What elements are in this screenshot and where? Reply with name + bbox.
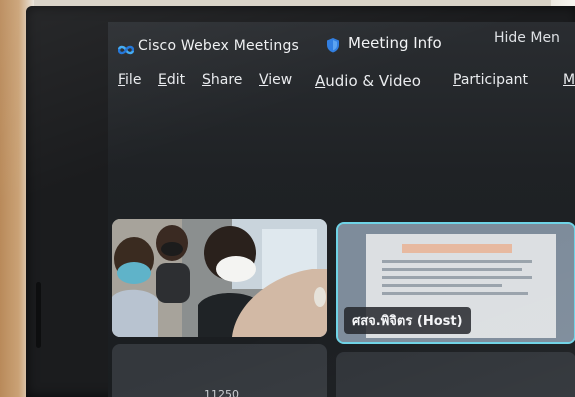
menu-bar: File Edit Share View Audio & Video Parti… (108, 66, 575, 96)
menu-share[interactable]: Share (202, 72, 242, 88)
host-video-tile[interactable]: ศสจ.พิจิตร (Host) (336, 222, 575, 344)
menu-audio-video[interactable]: Audio & Video (315, 72, 421, 90)
menu-view[interactable]: View (259, 72, 292, 88)
participant-name-label: 11250 (204, 388, 239, 397)
menu-meeting[interactable]: M (563, 72, 575, 88)
participant-video-tile[interactable] (336, 352, 575, 397)
webex-logo-icon (118, 45, 134, 55)
meeting-info-button[interactable]: Meeting Info (348, 34, 442, 52)
menu-file[interactable]: File (118, 72, 141, 88)
title-bar: Cisco Webex Meetings Meeting Info Hide M… (108, 22, 575, 66)
app-title: Cisco Webex Meetings (138, 38, 300, 54)
monitor-side-button (36, 282, 41, 348)
participant-video-tile[interactable] (112, 219, 327, 337)
webex-window: Cisco Webex Meetings Meeting Info Hide M… (108, 22, 575, 397)
host-name-label: ศสจ.พิจิตร (Host) (344, 307, 471, 334)
hide-menu-bar-button[interactable]: Hide Men (494, 30, 560, 46)
menu-participant[interactable]: Participant (453, 72, 528, 88)
participant-video-feed (112, 219, 327, 337)
participant-video-tile[interactable]: 11250 (112, 344, 327, 397)
shield-icon[interactable] (326, 37, 340, 53)
menu-edit[interactable]: Edit (158, 72, 185, 88)
